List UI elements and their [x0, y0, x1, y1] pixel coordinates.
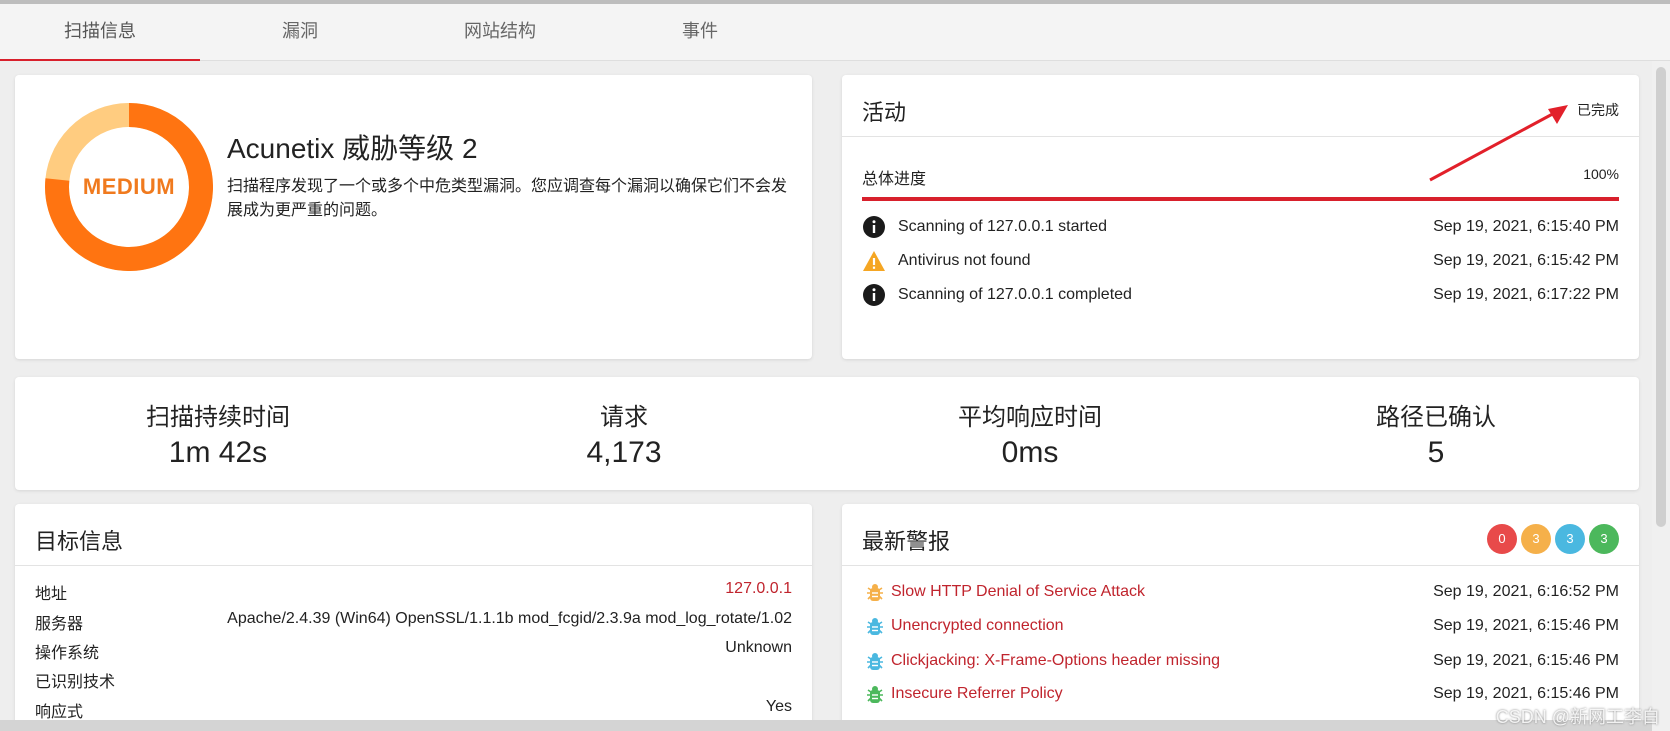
alert-name-link[interactable]: Slow HTTP Denial of Service Attack — [891, 583, 1145, 601]
stat-requests: 请求 4,173 — [421, 397, 827, 470]
watermark-text: CSDN @新网工李白 — [1495, 707, 1660, 727]
activity-event-text: Scanning of 127.0.0.1 completed — [898, 286, 1132, 303]
alert-row[interactable]: Slow HTTP Denial of Service Attack Sep 1… — [862, 578, 1619, 608]
bottom-bar — [0, 720, 1652, 731]
info-row-os: 操作系统 Unknown — [35, 635, 792, 663]
activity-event: Scanning of 127.0.0.1 completed Sep 19, … — [862, 281, 1619, 311]
threat-description: 扫描程序发现了一个或多个中危类型漏洞。您应调查每个漏洞以确保它们不会发展成为更严… — [227, 178, 788, 219]
progress-label: 总体进度 — [862, 171, 927, 188]
threat-level-label: MEDIUM — [82, 174, 176, 199]
bug-icon — [867, 686, 883, 703]
info-severity-badge[interactable]: 3 — [1589, 524, 1619, 554]
activity-event-time: Sep 19, 2021, 6:17:22 PM — [1433, 286, 1619, 303]
activity-card: 活动 已完成 总体进度 100% Scanning of 127.0.0.1 s… — [842, 75, 1639, 359]
info-row-technologies: 已识别技术 — [35, 664, 792, 692]
severity-badges: 0 3 3 3 — [1487, 524, 1619, 554]
target-info-header: 目标信息 — [15, 504, 812, 566]
bug-icon — [867, 618, 883, 635]
progress-bar — [862, 197, 1619, 201]
info-key: 服务器 — [35, 616, 84, 633]
bug-icon — [867, 653, 883, 670]
progress-bar-fill — [862, 197, 1619, 201]
low-severity-badge[interactable]: 3 — [1555, 524, 1585, 554]
activity-event: Antivirus not found Sep 19, 2021, 6:15:4… — [862, 247, 1619, 277]
tab-events[interactable]: 事件 — [600, 4, 800, 61]
bug-icon — [867, 584, 883, 601]
stat-value: 1m 42s — [168, 436, 268, 469]
threat-level-card: MEDIUM Acunetix 威胁等级 2 扫描程序发现了一个或多个中危类型漏… — [15, 75, 812, 359]
tab-vulnerabilities[interactable]: 漏洞 — [200, 4, 400, 61]
tab-scan-info[interactable]: 扫描信息 — [0, 4, 200, 61]
info-value: Apache/2.4.39 (Win64) OpenSSL/1.1.1b mod… — [227, 610, 792, 627]
alert-time: Sep 19, 2021, 6:16:52 PM — [1433, 583, 1619, 600]
info-icon — [863, 284, 885, 306]
activity-header: 活动 已完成 — [842, 75, 1639, 137]
info-row-address: 地址 127.0.0.1 — [35, 576, 792, 604]
info-key: 地址 — [35, 586, 68, 603]
alert-row[interactable]: Unencrypted connection Sep 19, 2021, 6:1… — [862, 612, 1619, 642]
tab-bar: 扫描信息 漏洞 网站结构 事件 — [0, 4, 1670, 61]
stat-label: 请求 — [600, 404, 648, 431]
stat-label: 平均响应时间 — [958, 404, 1102, 431]
stat-label: 路径已确认 — [1376, 404, 1496, 431]
stat-avg-response-time: 平均响应时间 0ms — [827, 397, 1233, 470]
activity-status: 已完成 — [1577, 102, 1619, 118]
info-row-responsive: 响应式 Yes — [35, 694, 792, 722]
tab-site-structure[interactable]: 网站结构 — [400, 4, 600, 61]
stat-value: 4,173 — [586, 436, 662, 469]
info-icon — [863, 216, 885, 238]
alerts-title: 最新警报 — [862, 529, 951, 554]
stat-scan-duration: 扫描持续时间 1m 42s — [15, 397, 421, 470]
stat-label: 扫描持续时间 — [146, 404, 290, 431]
activity-event-text: Antivirus not found — [898, 252, 1031, 269]
stat-value: 0ms — [1001, 436, 1059, 469]
warning-icon — [863, 251, 885, 271]
info-row-server: 服务器 Apache/2.4.39 (Win64) OpenSSL/1.1.1b… — [35, 606, 792, 634]
info-key: 操作系统 — [35, 645, 100, 662]
progress-value: 100% — [1583, 166, 1619, 182]
vertical-scrollbar[interactable] — [1652, 61, 1670, 731]
alert-time: Sep 19, 2021, 6:15:46 PM — [1433, 617, 1619, 634]
info-value: Yes — [765, 698, 792, 715]
alert-time: Sep 19, 2021, 6:15:46 PM — [1433, 652, 1619, 669]
activity-event: Scanning of 127.0.0.1 started Sep 19, 20… — [862, 213, 1619, 243]
scan-stats-card: 扫描持续时间 1m 42s 请求 4,173 平均响应时间 0ms 路径已确认 … — [15, 377, 1639, 490]
target-address-link[interactable]: 127.0.0.1 — [725, 580, 792, 598]
info-key: 响应式 — [35, 704, 84, 721]
info-value: Unknown — [725, 639, 792, 656]
activity-event-text: Scanning of 127.0.0.1 started — [898, 218, 1108, 235]
alert-name-link[interactable]: Unencrypted connection — [891, 617, 1064, 635]
threat-title: Acunetix 威胁等级 2 — [227, 133, 478, 164]
info-key: 已识别技术 — [35, 674, 116, 691]
alert-name-link[interactable]: Insecure Referrer Policy — [891, 685, 1063, 703]
scrollbar-thumb[interactable] — [1656, 67, 1666, 527]
alert-time: Sep 19, 2021, 6:15:46 PM — [1433, 685, 1619, 702]
stat-value: 5 — [1427, 436, 1445, 469]
alert-row[interactable]: Clickjacking: X-Frame-Options header mis… — [862, 647, 1619, 677]
target-info-title: 目标信息 — [35, 529, 124, 554]
alerts-header: 最新警报 0 3 3 3 — [842, 504, 1639, 566]
medium-severity-badge[interactable]: 3 — [1521, 524, 1551, 554]
activity-event-time: Sep 19, 2021, 6:15:42 PM — [1433, 252, 1619, 269]
activity-event-time: Sep 19, 2021, 6:15:40 PM — [1433, 218, 1619, 235]
alert-name-link[interactable]: Clickjacking: X-Frame-Options header mis… — [891, 652, 1220, 670]
stat-paths-confirmed: 路径已确认 5 — [1233, 397, 1639, 470]
activity-title: 活动 — [862, 100, 907, 125]
target-info-card: 目标信息 地址 127.0.0.1 服务器 Apache/2.4.39 (Win… — [15, 504, 812, 731]
latest-alerts-card: 最新警报 0 3 3 3 Slow HTTP Denial of Service… — [842, 504, 1639, 731]
high-severity-badge[interactable]: 0 — [1487, 524, 1517, 554]
